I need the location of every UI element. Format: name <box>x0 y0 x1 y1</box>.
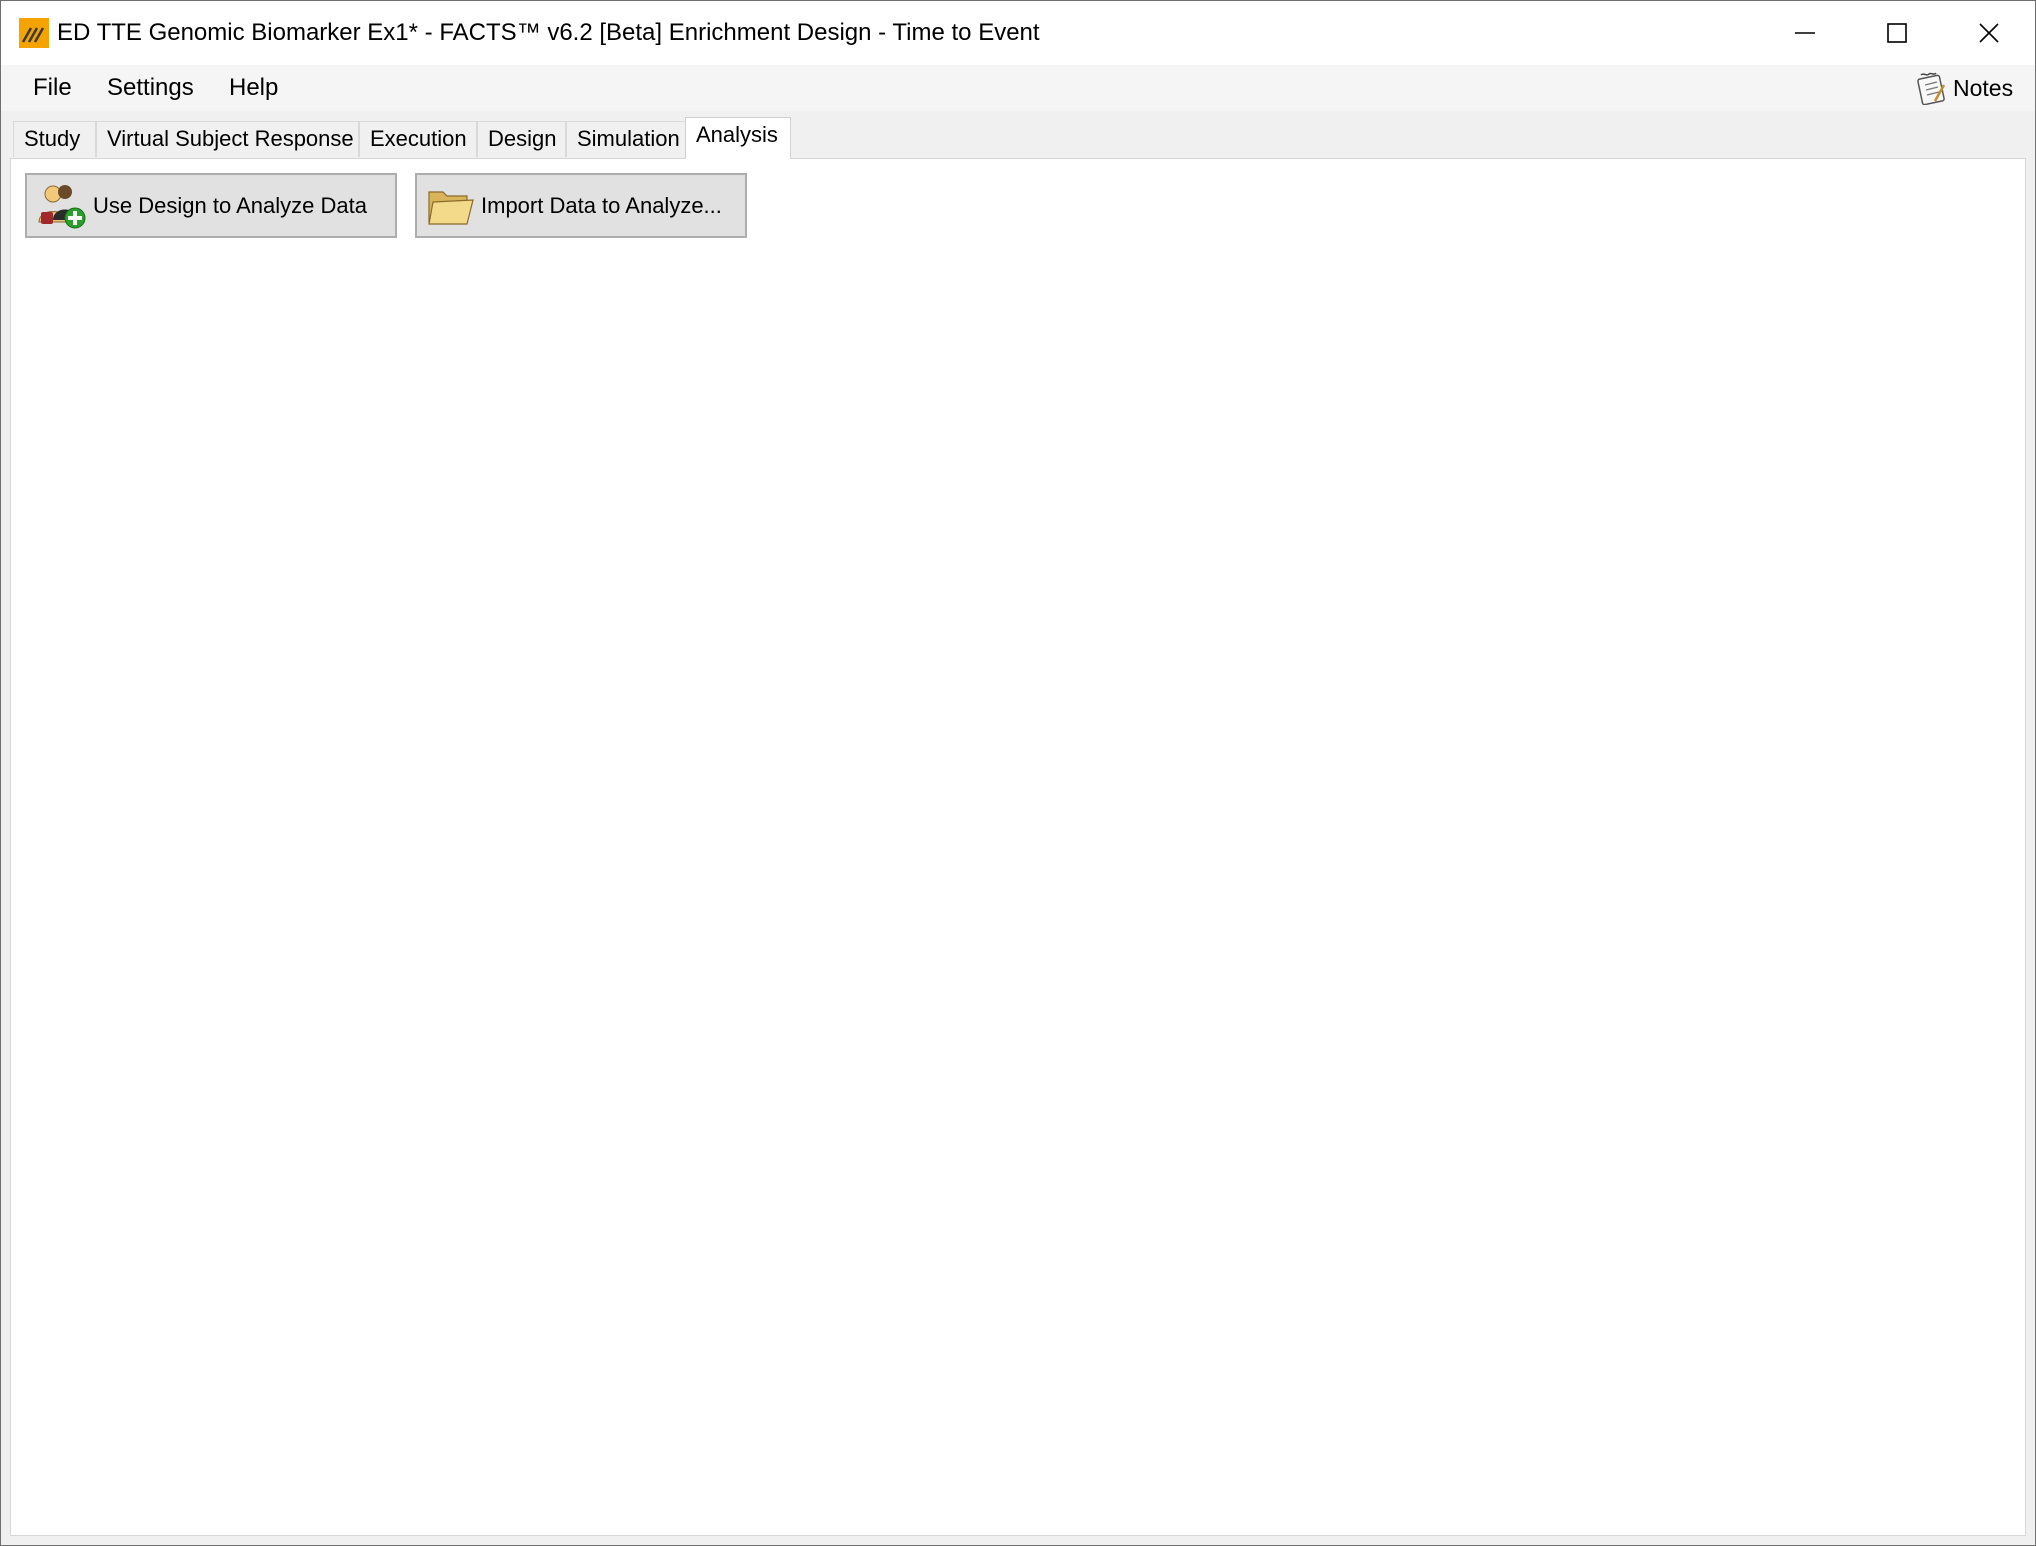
notes-button[interactable]: Notes <box>1915 70 2013 106</box>
close-icon <box>1979 23 1999 43</box>
maximize-button[interactable] <box>1851 1 1943 65</box>
menu-settings[interactable]: Settings <box>103 73 198 103</box>
minimize-button[interactable] <box>1759 1 1851 65</box>
notepad-icon <box>1917 72 1946 105</box>
users-add-icon <box>38 184 86 228</box>
use-design-to-analyze-button[interactable]: Use Design to Analyze Data <box>25 173 397 238</box>
maximize-icon <box>1887 23 1907 43</box>
close-button[interactable] <box>1943 1 2035 65</box>
folder-icon <box>428 190 474 225</box>
title-bar[interactable]: ED TTE Genomic Biomarker Ex1* - FACTS™ v… <box>1 1 2035 65</box>
tab-design[interactable]: Design <box>477 121 566 157</box>
tab-execution[interactable]: Execution <box>359 121 477 157</box>
minimize-icon <box>1795 32 1815 34</box>
facts-app-icon <box>19 18 49 48</box>
menu-file[interactable]: File <box>29 73 76 103</box>
tab-virtual-subject-response[interactable]: Virtual Subject Response <box>96 121 359 157</box>
tab-study[interactable]: Study <box>13 121 96 157</box>
menu-bar: File Settings Help Notes <box>1 65 2035 111</box>
tab-simulation[interactable]: Simulation <box>566 121 696 157</box>
window-title: ED TTE Genomic Biomarker Ex1* - FACTS™ v… <box>57 19 1040 46</box>
import-data-button[interactable]: Import Data to Analyze... <box>415 173 747 238</box>
notes-label: Notes <box>1953 74 2014 101</box>
menu-help[interactable]: Help <box>225 73 282 103</box>
app-window: ED TTE Genomic Biomarker Ex1* - FACTS™ v… <box>0 0 2036 1546</box>
tab-analysis[interactable]: Analysis <box>685 117 791 159</box>
use-design-label: Use Design to Analyze Data <box>93 192 367 218</box>
import-data-label: Import Data to Analyze... <box>481 192 722 218</box>
analysis-panel: Use Design to Analyze Data Import Data t… <box>10 158 2026 1536</box>
